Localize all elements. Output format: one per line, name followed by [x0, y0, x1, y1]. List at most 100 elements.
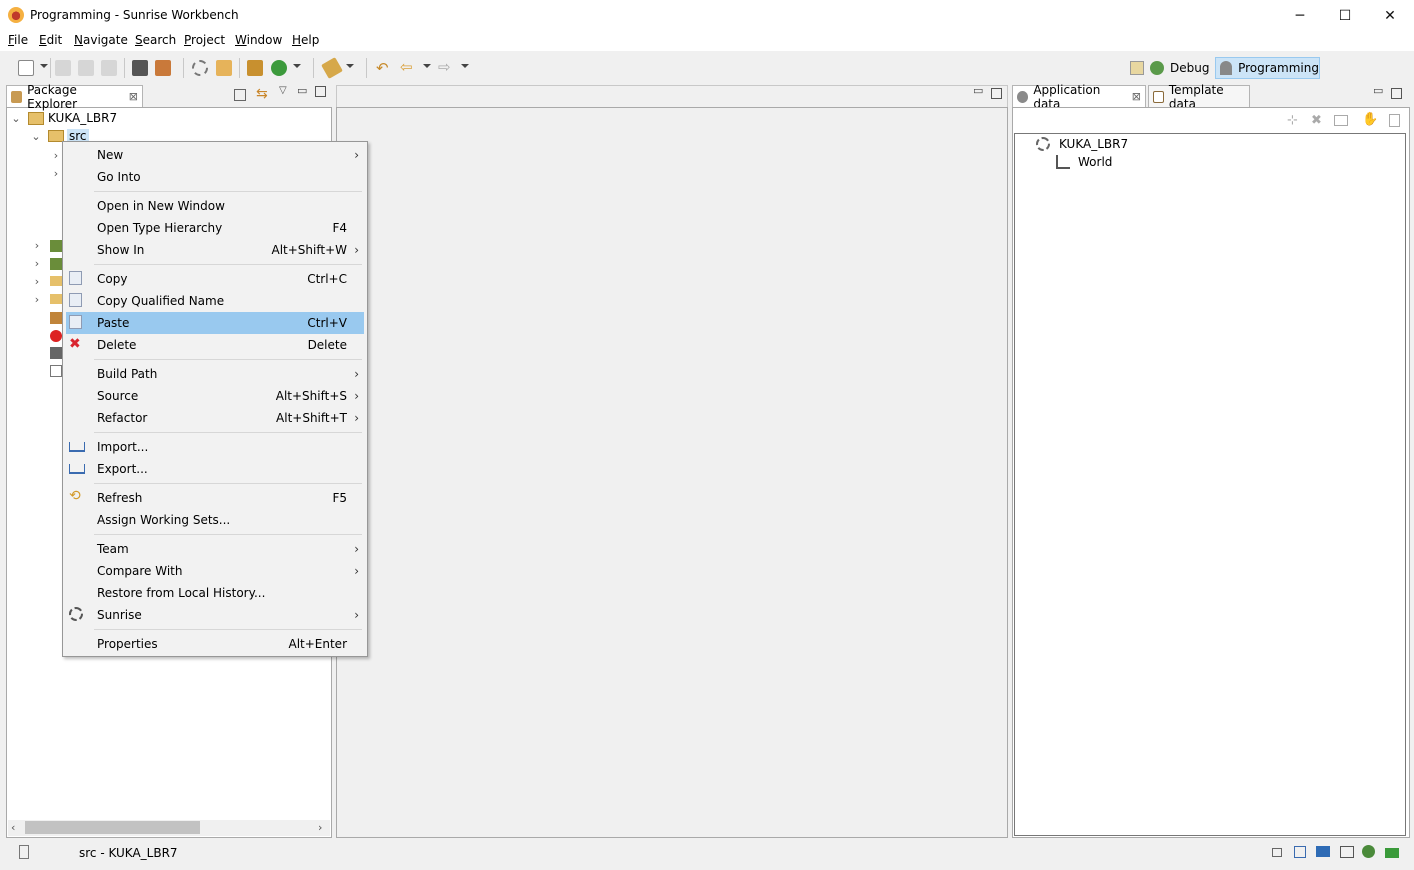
- package-icon[interactable]: [247, 60, 263, 76]
- new-file-icon[interactable]: [18, 60, 34, 76]
- menu-item-assign-working-sets[interactable]: Assign Working Sets...: [66, 509, 364, 531]
- tree-item-kuka-root[interactable]: KUKA_LBR7: [1036, 135, 1128, 153]
- tab-template-data[interactable]: Template data: [1148, 83, 1250, 111]
- new-application-icon[interactable]: [216, 60, 232, 76]
- chevron-right-icon[interactable]: ›: [50, 167, 62, 180]
- toolbar-separator: [183, 58, 184, 78]
- back-dropdown-icon[interactable]: [423, 64, 431, 68]
- menu-file[interactable]: File: [8, 33, 28, 47]
- maximize-view-icon[interactable]: [315, 86, 326, 97]
- status-check-icon[interactable]: [1294, 846, 1306, 858]
- new-dropdown-icon[interactable]: [40, 64, 48, 68]
- menu-item-refresh[interactable]: ⟲ Refresh F5: [66, 487, 364, 509]
- menu-item-restore-from-local-history[interactable]: Restore from Local History...: [66, 582, 364, 604]
- editor-area[interactable]: [336, 107, 1008, 838]
- menu-item-refactor[interactable]: Refactor Alt+Shift+T ›: [66, 407, 364, 429]
- minimize-view-icon[interactable]: ▭: [297, 84, 307, 97]
- maximize-editor-icon[interactable]: [991, 88, 1002, 99]
- scroll-right-icon[interactable]: ›: [318, 821, 322, 834]
- collapse-all-icon[interactable]: [234, 89, 246, 101]
- menu-item-open-in-new-window[interactable]: Open in New Window: [66, 195, 364, 217]
- menu-item-compare-with[interactable]: Compare With ›: [66, 560, 364, 582]
- menu-navigate[interactable]: Navigate: [74, 33, 128, 47]
- menu-item-source[interactable]: Source Alt+Shift+S ›: [66, 385, 364, 407]
- menu-window[interactable]: Window: [235, 33, 282, 47]
- status-tool-icon[interactable]: [1272, 848, 1282, 857]
- menu-item-copy[interactable]: Copy Ctrl+C: [66, 268, 364, 290]
- menu-item-paste[interactable]: Paste Ctrl+V: [66, 312, 364, 334]
- delete-frame-icon[interactable]: ✖: [1311, 113, 1322, 128]
- menu-item-new[interactable]: New ›: [66, 144, 364, 166]
- properties-icon[interactable]: [1389, 114, 1400, 127]
- menu-item-sunrise[interactable]: Sunrise ›: [66, 604, 364, 626]
- tab-package-explorer[interactable]: Package Explorer ⊠: [6, 83, 143, 111]
- menu-item-delete[interactable]: ✖ Delete Delete: [66, 334, 364, 356]
- scroll-left-icon[interactable]: ‹: [11, 821, 15, 834]
- tree-item-world[interactable]: World: [1056, 153, 1112, 171]
- menu-item-copy-qualified-name[interactable]: Copy Qualified Name: [66, 290, 364, 312]
- status-add-icon[interactable]: [1385, 848, 1399, 858]
- chevron-right-icon[interactable]: ›: [31, 275, 43, 288]
- link-editor-icon[interactable]: ⇆: [256, 86, 268, 102]
- menu-edit[interactable]: Edit: [39, 33, 62, 47]
- menu-help[interactable]: Help: [292, 33, 319, 47]
- menu-item-show-in[interactable]: Show In Alt+Shift+W ›: [66, 239, 364, 261]
- last-edit-icon[interactable]: ↶: [376, 59, 389, 77]
- status-table-icon[interactable]: [1340, 846, 1354, 858]
- menu-item-export[interactable]: Export...: [66, 458, 364, 480]
- programming-perspective-icon: [1220, 61, 1233, 75]
- import-icon: [69, 442, 85, 452]
- export-icon: [69, 464, 85, 474]
- copy-qualified-icon: [69, 293, 82, 307]
- save-icon[interactable]: [55, 60, 71, 76]
- open-perspective-icon[interactable]: [1130, 61, 1144, 75]
- chevron-right-icon[interactable]: ›: [50, 149, 62, 162]
- minimize-button[interactable]: ─: [1277, 0, 1323, 31]
- tab-application-data[interactable]: Application data ⊠: [1012, 83, 1146, 111]
- menu-item-build-path[interactable]: Build Path ›: [66, 363, 364, 385]
- forward-icon[interactable]: ⇨: [438, 58, 451, 76]
- print-icon[interactable]: [101, 60, 117, 76]
- library-icon: [50, 240, 62, 252]
- forward-dropdown-icon[interactable]: [461, 64, 469, 68]
- maximize-button[interactable]: ☐: [1322, 0, 1368, 31]
- view-menu-icon[interactable]: ▽: [279, 85, 287, 96]
- pen-dropdown-icon[interactable]: [346, 64, 354, 68]
- chevron-down-icon[interactable]: ⌄: [10, 112, 22, 125]
- new-class-icon[interactable]: [271, 60, 287, 76]
- tree-item-project[interactable]: ⌄ KUKA_LBR7: [10, 109, 117, 127]
- robot-icon[interactable]: [155, 60, 171, 76]
- sync-icon[interactable]: [132, 60, 148, 76]
- close-window-button[interactable]: ✕: [1367, 0, 1413, 31]
- window-icon[interactable]: [1334, 115, 1348, 126]
- status-monitor-icon[interactable]: [1316, 846, 1330, 857]
- chevron-down-icon[interactable]: ⌄: [30, 130, 42, 143]
- sunrise-circle-icon[interactable]: [192, 60, 208, 76]
- menu-item-go-into[interactable]: Go Into: [66, 166, 364, 188]
- menu-item-team[interactable]: Team ›: [66, 538, 364, 560]
- close-tab-icon[interactable]: ⊠: [1132, 90, 1141, 103]
- hand-icon[interactable]: ✋: [1362, 112, 1378, 127]
- add-frame-icon[interactable]: ⊹: [1287, 113, 1298, 128]
- chevron-right-icon[interactable]: ›: [31, 293, 43, 306]
- menu-item-label: Delete: [97, 338, 137, 352]
- perspective-programming[interactable]: Programming: [1215, 57, 1320, 79]
- maximize-view-icon[interactable]: [1391, 88, 1402, 99]
- scrollbar-thumb[interactable]: [25, 821, 200, 834]
- new-class-dropdown-icon[interactable]: [293, 64, 301, 68]
- close-tab-icon[interactable]: ⊠: [129, 90, 138, 103]
- chevron-right-icon[interactable]: ›: [31, 257, 43, 270]
- minimize-editor-icon[interactable]: ▭: [973, 84, 983, 97]
- menu-separator: [94, 629, 362, 630]
- minimize-view-icon[interactable]: ▭: [1373, 84, 1383, 97]
- menu-search[interactable]: Search: [135, 33, 176, 47]
- perspective-debug[interactable]: Debug: [1126, 57, 1212, 79]
- chevron-right-icon[interactable]: ›: [31, 239, 43, 252]
- status-debug-icon[interactable]: [1362, 845, 1375, 858]
- back-icon[interactable]: ⇦: [400, 58, 413, 76]
- save-all-icon[interactable]: [78, 60, 94, 76]
- menu-item-import[interactable]: Import...: [66, 436, 364, 458]
- menu-item-properties[interactable]: Properties Alt+Enter: [66, 633, 364, 655]
- menu-item-open-type-hierarchy[interactable]: Open Type Hierarchy F4: [66, 217, 364, 239]
- menu-project[interactable]: Project: [184, 33, 225, 47]
